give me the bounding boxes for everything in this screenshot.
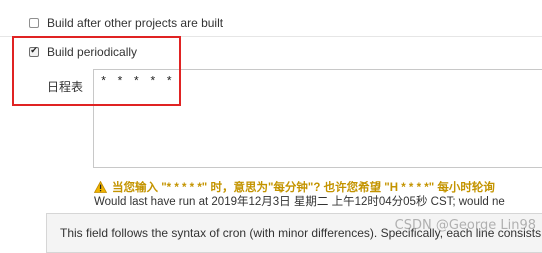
build-after-label[interactable]: Build after other projects are built (47, 16, 223, 30)
schedule-label: 日程表 (47, 80, 84, 94)
checkmark-icon: ✔ (30, 46, 38, 56)
build-after-checkbox[interactable] (29, 18, 39, 28)
last-run-info: Would last have run at 2019年12月3日 星期二 上午… (94, 196, 505, 208)
build-periodically-label[interactable]: Build periodically (47, 45, 137, 59)
build-periodically-checkbox[interactable]: ✔ (29, 47, 39, 57)
schedule-input[interactable]: * * * * * (93, 69, 542, 168)
watermark: CSDN @George Lin98 (394, 218, 536, 233)
warning-triangle-icon (94, 181, 107, 193)
section-divider (0, 36, 542, 37)
build-after-option[interactable]: Build after other projects are built (29, 16, 223, 30)
build-periodically-option[interactable]: ✔ Build periodically (29, 45, 137, 59)
